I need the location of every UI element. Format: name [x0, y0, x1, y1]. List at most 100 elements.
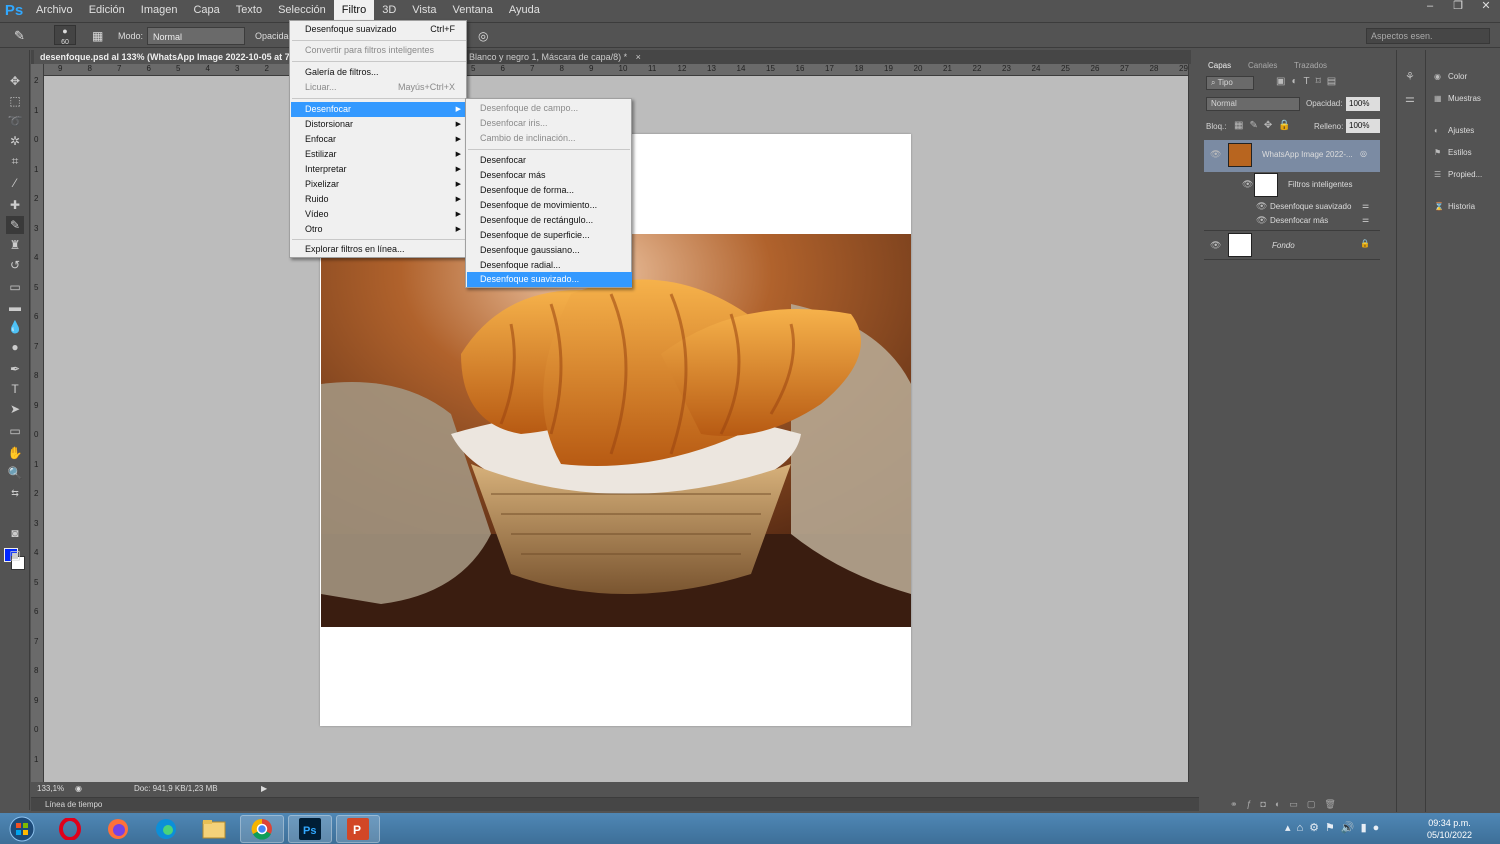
visibility-eye-icon[interactable]: 👁	[1210, 149, 1221, 160]
explorer-taskbar-icon[interactable]	[192, 815, 236, 843]
panel-ajustes[interactable]: ◐ Ajustes	[1434, 122, 1474, 140]
menu-item-ruido[interactable]: Ruido ▶	[291, 192, 467, 207]
submenu-item-desenfoque-gaussiano[interactable]: Desenfoque gaussiano...	[467, 243, 632, 258]
menu-archivo[interactable]: Archivo	[28, 0, 81, 21]
menu-item-desenfocar[interactable]: Desenfocar ▶	[291, 102, 467, 117]
submenu-item-desenfoque-movimiento[interactable]: Desenfoque de movimiento...	[467, 198, 632, 213]
photoshop-taskbar-icon[interactable]: Ps	[288, 815, 332, 843]
blend-mode-select[interactable]: Normal	[1206, 97, 1300, 111]
visibility-eye-icon[interactable]: 👁	[1256, 215, 1267, 226]
chrome-taskbar-icon[interactable]	[240, 815, 284, 843]
pressure-icon[interactable]: ◎	[478, 27, 488, 45]
pen-tool-icon[interactable]: ✒	[6, 360, 24, 378]
opacity-input[interactable]: 100%	[1346, 97, 1380, 111]
menu-capa[interactable]: Capa	[185, 0, 227, 21]
opera-taskbar-icon[interactable]	[48, 815, 92, 843]
layer-fondo[interactable]: 👁 Fondo 🔒	[1204, 230, 1380, 260]
close-tab-icon[interactable]: ×	[636, 52, 641, 62]
menu-texto[interactable]: Texto	[228, 0, 270, 21]
crop-tool-icon[interactable]: ⌗	[6, 152, 24, 170]
restore-button[interactable]: ❐	[1444, 0, 1472, 14]
blur-tool-icon[interactable]: 💧	[6, 318, 24, 336]
adjust-tool-icon[interactable]: ⚘	[1405, 70, 1415, 83]
doc-info-icon[interactable]: ◉	[75, 782, 82, 796]
vertical-scrollbar[interactable]	[1188, 64, 1198, 782]
panel-historia[interactable]: ⌛ Historia	[1434, 198, 1475, 216]
gradient-tool-icon[interactable]: ▬	[6, 298, 24, 316]
menu-seleccion[interactable]: Selección	[270, 0, 334, 21]
smart-filters-row[interactable]: 👁 Filtros inteligentes	[1204, 172, 1380, 198]
lock-icons[interactable]: ▦✎✥🔒	[1234, 120, 1297, 131]
move-tool-icon[interactable]: ✥	[6, 72, 24, 90]
menu-edicion[interactable]: Edición	[81, 0, 133, 21]
submenu-item-desenfoque-rectangulo[interactable]: Desenfoque de rectángulo...	[467, 213, 632, 228]
panel-muestras[interactable]: ▦ Muestras	[1434, 90, 1481, 108]
filter-row-desenfocar-mas[interactable]: 👁 Desenfocar más ⚌	[1204, 214, 1380, 228]
submenu-item-desenfocar-mas[interactable]: Desenfocar más	[467, 168, 632, 183]
filter-options-icon[interactable]: ⚌	[1362, 201, 1369, 210]
submenu-item-desenfoque-forma[interactable]: Desenfoque de forma...	[467, 183, 632, 198]
submenu-item-desenfoque-suavizado[interactable]: Desenfoque suavizado...	[467, 272, 632, 287]
lasso-tool-icon[interactable]: ➰	[6, 112, 24, 130]
visibility-eye-icon[interactable]: 👁	[1256, 201, 1267, 212]
menu-item-video[interactable]: Vídeo ▶	[291, 207, 467, 222]
menu-item-licuar[interactable]: Licuar... Mayús+Ctrl+X	[291, 80, 467, 95]
menu-item-pixelizar[interactable]: Pixelizar ▶	[291, 177, 467, 192]
menu-item-interpretar[interactable]: Interpretar ▶	[291, 162, 467, 177]
dodge-tool-icon[interactable]: ●	[6, 338, 24, 356]
submenu-item-desenfocar-iris[interactable]: Desenfocar iris...	[467, 116, 632, 131]
document-tab-active[interactable]: desenfoque.psd al 133% (WhatsApp Image 2…	[34, 50, 304, 64]
submenu-item-desenfoque-radial[interactable]: Desenfoque radial...	[467, 258, 632, 273]
timeline-tab[interactable]: Línea de tiempo	[45, 798, 102, 811]
submenu-item-desenfoque-campo[interactable]: Desenfoque de campo...	[467, 101, 632, 116]
marquee-tool-icon[interactable]: ⬚	[6, 92, 24, 110]
brush-panel-icon[interactable]: ▦	[92, 27, 103, 45]
type-tool-icon[interactable]: T	[6, 380, 24, 398]
brush-preset-picker[interactable]: ● 60	[54, 25, 76, 46]
menu-item-convertir-filtros[interactable]: Convertir para filtros inteligentes	[291, 43, 467, 58]
zoom-level[interactable]: 133,1%	[37, 782, 64, 796]
layers-footer-icons[interactable]: ⚭ƒ◘◐▭▢🗑	[1230, 799, 1345, 810]
panel-estilos[interactable]: ⚑ Estilos	[1434, 144, 1472, 162]
close-button[interactable]: ✕	[1472, 0, 1500, 14]
menu-item-galeria-filtros[interactable]: Galería de filtros...	[291, 65, 467, 80]
submenu-item-desenfoque-superficie[interactable]: Desenfoque de superficie...	[467, 228, 632, 243]
zoom-tool-icon[interactable]: 🔍	[6, 464, 24, 482]
sliders-icon[interactable]: ⚌	[1405, 92, 1415, 105]
filter-options-icon[interactable]: ⚌	[1362, 215, 1369, 224]
panel-color[interactable]: ◉ Color	[1434, 68, 1467, 86]
menu-item-estilizar[interactable]: Estilizar ▶	[291, 147, 467, 162]
system-tray-icons[interactable]: ▴⌂⚙⚑🔊▮●	[1285, 821, 1385, 834]
menu-3d[interactable]: 3D	[374, 0, 404, 21]
stamp-tool-icon[interactable]: ♜	[6, 236, 24, 254]
screen-mode-icon[interactable]: ▣	[6, 546, 24, 564]
menu-vista[interactable]: Vista	[404, 0, 444, 21]
submenu-item-desenfocar[interactable]: Desenfocar	[467, 153, 632, 168]
tab-canales[interactable]: Canales	[1244, 60, 1281, 72]
menu-ventana[interactable]: Ventana	[445, 0, 501, 21]
path-select-tool-icon[interactable]: ➤	[6, 400, 24, 418]
filter-row-desenfoque-suavizado[interactable]: 👁 Desenfoque suavizado ⚌	[1204, 200, 1380, 214]
eyedropper-tool-icon[interactable]: ⁄	[6, 174, 24, 192]
visibility-eye-icon[interactable]: 👁	[1210, 240, 1221, 251]
panel-propiedades[interactable]: ☰ Propied...	[1434, 166, 1482, 184]
tab-capas[interactable]: Capas	[1204, 60, 1236, 72]
rectangle-tool-icon[interactable]: ▭	[6, 422, 24, 440]
mode-select[interactable]: Normal	[147, 27, 245, 45]
brush-tool-icon[interactable]: ✎	[14, 27, 25, 45]
menu-filtro[interactable]: Filtro	[333, 0, 375, 21]
swap-colors-icon[interactable]: ⇆	[6, 484, 24, 502]
edge-taskbar-icon[interactable]	[144, 815, 188, 843]
quick-mask-icon[interactable]: ◙	[6, 524, 24, 542]
minimize-button[interactable]: –	[1416, 0, 1444, 14]
taskbar-clock[interactable]: 09:34 p.m. 05/10/2022	[1427, 817, 1472, 841]
quick-select-tool-icon[interactable]: ✲	[6, 132, 24, 150]
healing-tool-icon[interactable]: ✚	[6, 196, 24, 214]
history-brush-tool-icon[interactable]: ↺	[6, 256, 24, 274]
status-menu-arrow-icon[interactable]: ▶	[261, 782, 267, 796]
brush-tool-icon[interactable]: ✎	[6, 216, 24, 234]
fill-input[interactable]: 100%	[1346, 119, 1380, 133]
eraser-tool-icon[interactable]: ▭	[6, 278, 24, 296]
menu-item-distorsionar[interactable]: Distorsionar ▶	[291, 117, 467, 132]
tab-trazados[interactable]: Trazados	[1290, 60, 1331, 72]
